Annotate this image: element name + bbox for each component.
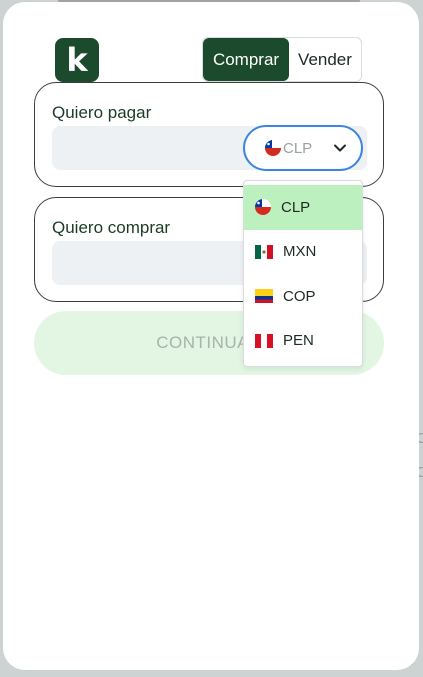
sell-tab[interactable]: Vender [289,38,361,81]
currency-option-pen[interactable]: PEN [244,319,362,364]
chevron-down-icon [334,144,346,152]
buy-sell-toggle: Comprar Vender [202,37,362,82]
currency-option-label: PEN [283,332,314,350]
currency-dropdown: CLP MXN COP PEN [243,180,363,367]
pay-label: Quiero pagar [52,103,152,122]
currency-option-label: CLP [281,198,311,216]
chile-flag-icon [265,140,281,156]
currency-option-cop[interactable]: COP [244,274,362,319]
selected-currency: CLP [283,139,313,157]
buy-tab[interactable]: Comprar [203,38,289,81]
currency-option-clp[interactable]: CLP [244,185,362,230]
logo-letter: k [66,41,88,79]
peru-flag-icon [255,333,273,348]
chile-flag-icon [255,199,271,216]
currency-option-mxn[interactable]: MXN [244,230,362,275]
buy-label: Quiero comprar [52,218,171,237]
colombia-flag-icon [255,289,273,304]
mexico-flag-icon [255,244,273,259]
brand-logo: k [55,38,99,82]
pay-currency-select[interactable]: CLP [243,125,363,171]
currency-option-label: MXN [283,243,317,261]
currency-option-label: COP [283,287,316,305]
